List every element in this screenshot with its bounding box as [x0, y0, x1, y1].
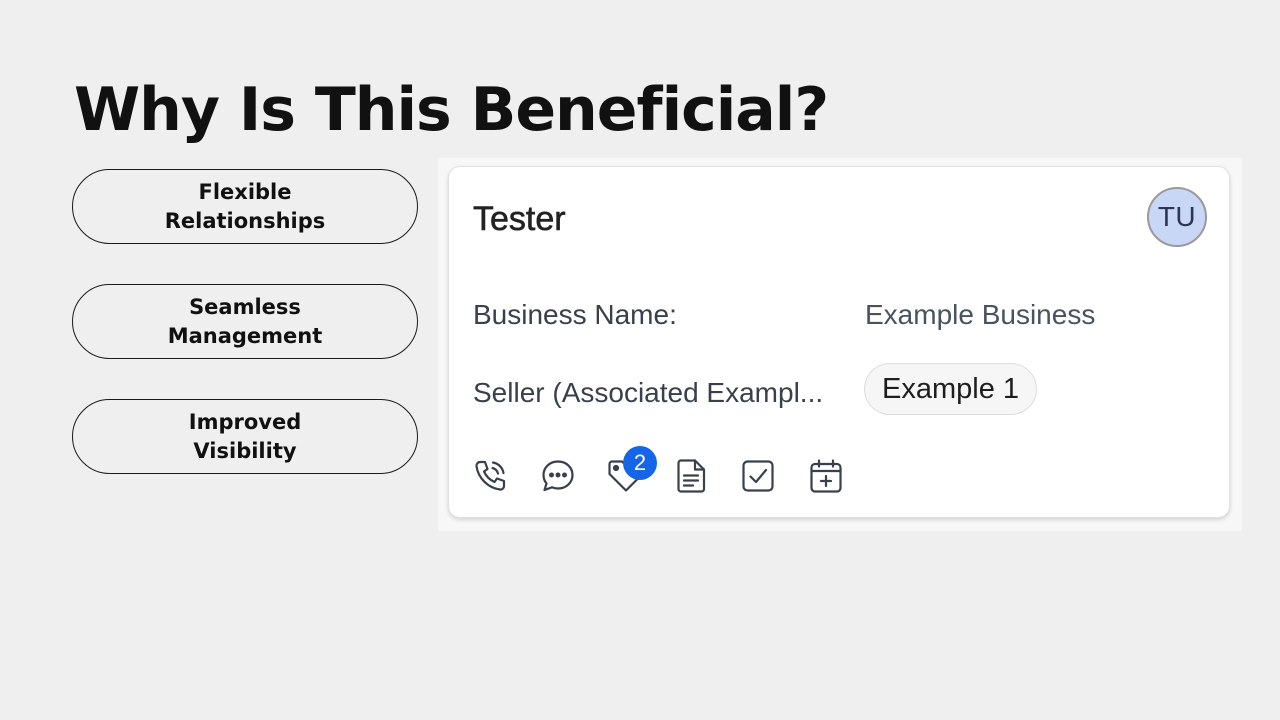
business-name-label: Business Name: [473, 299, 677, 330]
card-title: Tester [473, 200, 566, 239]
benefit-improved-visibility: Improved Visibility [72, 399, 418, 474]
contact-card: Tester TU Business Name: Example Busines… [448, 166, 1230, 518]
seller-label: Seller (Associated Exampl... [473, 377, 824, 408]
benefit-line-2: Visibility [193, 438, 297, 463]
notification-badge: 2 [623, 446, 657, 480]
benefit-line-2: Relationships [164, 208, 326, 233]
phone-call-icon[interactable] [471, 457, 509, 495]
avatar[interactable]: TU [1147, 187, 1207, 247]
calendar-add-icon[interactable] [807, 457, 845, 495]
benefit-flexible-relationships: Flexible Relationships [72, 169, 418, 244]
screenshot-frame: Tester TU Business Name: Example Busines… [438, 158, 1242, 531]
benefit-line-2: Management [167, 323, 323, 348]
checkbox-icon[interactable] [739, 457, 777, 495]
document-icon[interactable] [673, 457, 711, 495]
chat-bubble-icon[interactable] [539, 457, 577, 495]
benefit-seamless-management: Seamless Management [72, 284, 418, 359]
business-name-value: Example Business [865, 299, 1096, 330]
seller-chip[interactable]: Example 1 [864, 363, 1038, 415]
slide-title: Why Is This Beneficial? [74, 75, 829, 145]
benefit-line-1: Seamless [189, 294, 301, 319]
benefit-line-1: Flexible [198, 179, 292, 204]
benefit-line-1: Improved [188, 409, 302, 434]
